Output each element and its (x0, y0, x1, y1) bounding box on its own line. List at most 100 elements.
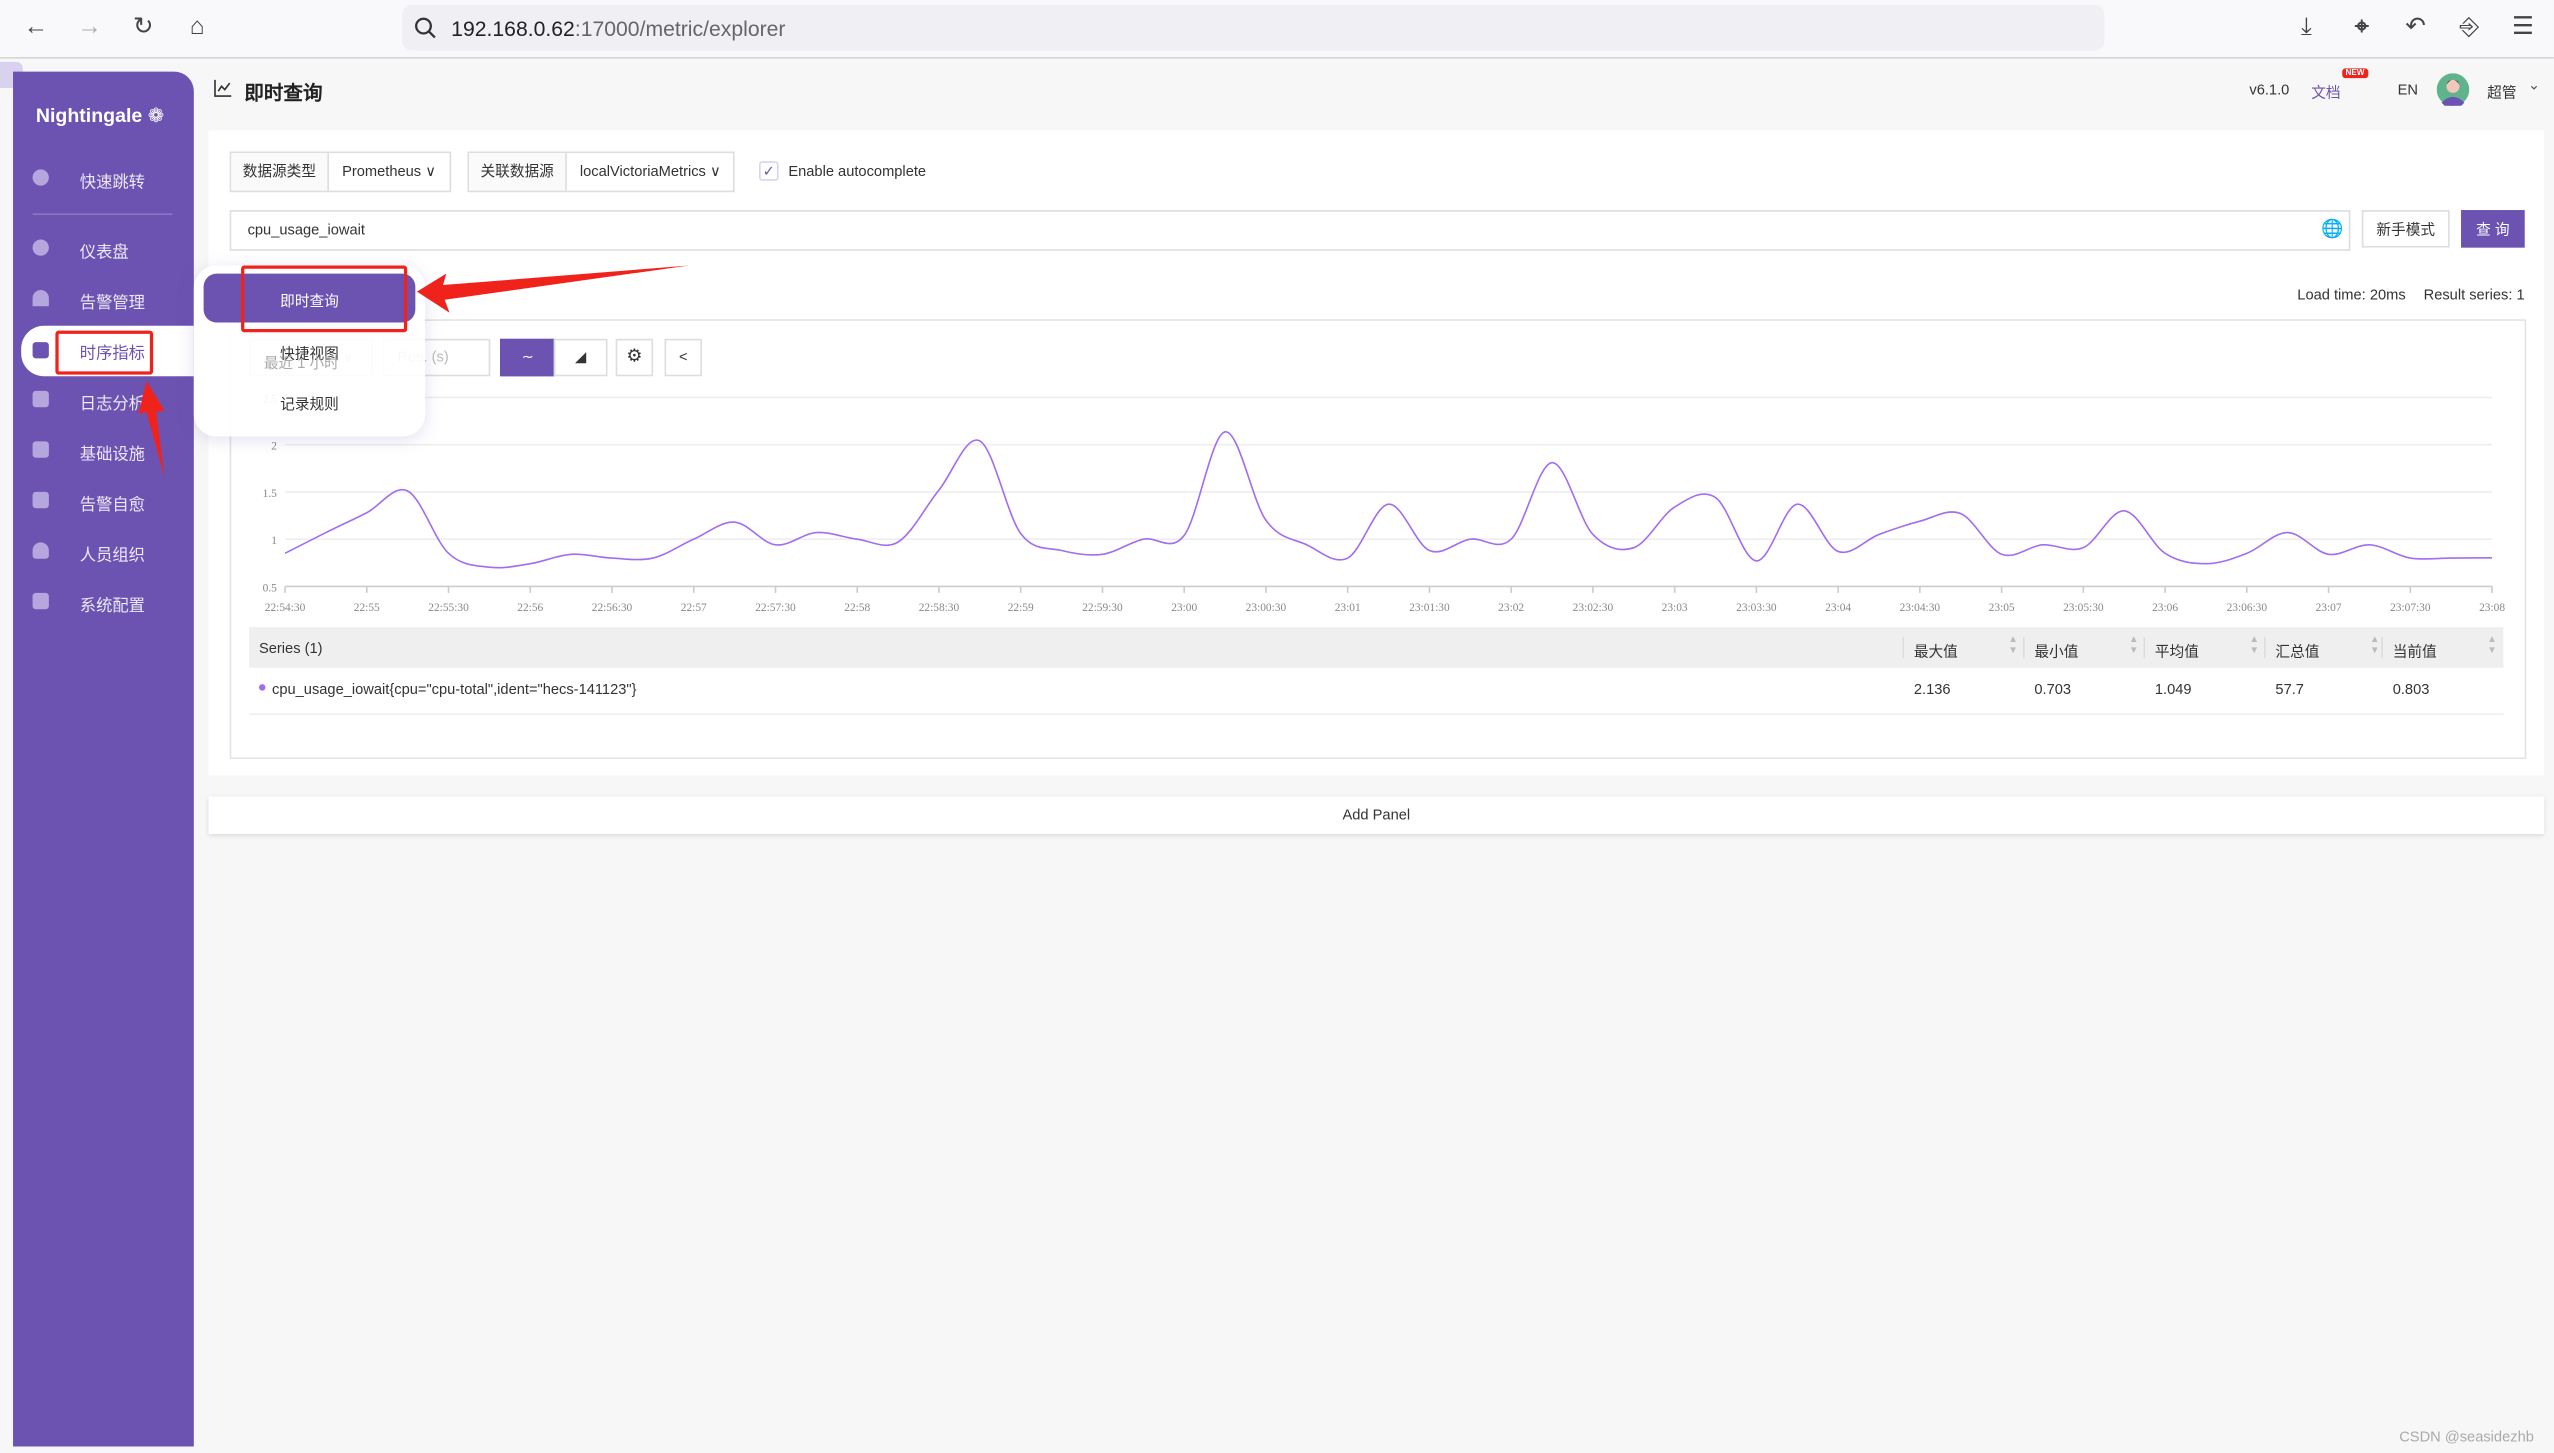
bird-logo-icon: ❁ (147, 104, 165, 128)
x-tick-label: 23:02:30 (1573, 602, 1614, 614)
x-tick-label: 23:01 (1335, 602, 1361, 614)
timeseries-chart: 0.511.522.522:54:3022:5522:55:3022:5622:… (263, 393, 2506, 614)
docs-link[interactable]: 文档 (2311, 81, 2340, 102)
x-tick-label: 22:55 (354, 602, 380, 614)
sidebar-item-infrastructure[interactable]: 基础设施 (13, 432, 194, 471)
sidebar-item-label: 快速跳转 (79, 174, 145, 193)
y-tick-label: 0.5 (263, 582, 278, 594)
sidebar-item-label: 仪表盘 (79, 244, 129, 263)
column-header[interactable]: 最小值 (2034, 640, 2078, 661)
stat-value: 0.803 (2392, 680, 2430, 698)
sidebar-item-dashboard[interactable]: 仪表盘 (13, 230, 194, 269)
column-header[interactable]: 当前值 (2393, 640, 2437, 661)
x-tick-label: 23:03:30 (1736, 602, 1777, 614)
column-header[interactable]: 最大值 (1914, 640, 1958, 661)
sidebar-item-label: 系统配置 (79, 597, 145, 616)
datasource-type-label: 数据源类型 (231, 153, 330, 191)
extension-icon[interactable]: ⎆ (2455, 13, 2484, 42)
sort-icon[interactable]: ▲ ▼ (2129, 635, 2139, 658)
annotation-box-instant-query (241, 265, 408, 333)
sidebar-item-alarm[interactable]: 告警管理 (13, 280, 194, 319)
column-divider (2381, 636, 2383, 659)
gear-icon: ⚙ (626, 346, 643, 367)
line-view-button[interactable]: ∼ (500, 338, 556, 377)
x-tick-label: 22:58 (844, 602, 870, 614)
chevron-down-icon: ∨ (425, 162, 436, 180)
column-header[interactable]: 平均值 (2155, 640, 2199, 661)
query-button[interactable]: 查 询 (2461, 210, 2525, 248)
language-switch[interactable]: EN (2398, 81, 2418, 97)
logo: Nightingale ❁ (36, 104, 164, 127)
url-text: 192.168.0.62:17000/metric/explorer (451, 16, 785, 40)
avatar[interactable] (2436, 73, 2470, 106)
column-divider (2022, 636, 2025, 659)
x-tick-label: 23:04:30 (1900, 602, 1941, 614)
column-header[interactable]: 汇总值 (2275, 640, 2319, 661)
globe-icon[interactable]: 🌐 (2321, 218, 2343, 240)
sort-icon[interactable]: ▲ ▼ (2487, 635, 2497, 658)
reload-icon[interactable]: ↻ (129, 13, 158, 42)
browser-toolbar: ← → ↻ ⌂ 192.168.0.62:17000/metric/explor… (0, 0, 2554, 59)
x-tick-label: 23:02 (1498, 602, 1524, 614)
address-bar[interactable]: 192.168.0.62:17000/metric/explorer (402, 4, 2105, 51)
x-tick-label: 23:00 (1171, 602, 1197, 614)
x-tick-label: 23:05 (1989, 602, 2015, 614)
terminal-icon (32, 491, 49, 509)
column-divider (2264, 636, 2266, 659)
download-icon[interactable]: ⤓ (2292, 13, 2321, 42)
stat-value: 2.136 (1913, 680, 1951, 698)
x-tick-label: 22:58:30 (919, 602, 960, 614)
sidebar-item-quick-jump[interactable]: 快速跳转 (13, 160, 194, 199)
back-icon[interactable]: ← (21, 13, 50, 42)
url-host: 192.168.0.62 (451, 16, 575, 41)
x-tick-label: 22:56:30 (592, 602, 633, 614)
dashboard-icon (32, 239, 49, 256)
chevron-down-icon[interactable]: ⌄ (2528, 77, 2540, 95)
series-name[interactable]: cpu_usage_iowait{cpu="cpu-total",ident="… (272, 681, 636, 697)
submenu-item-recording-rules[interactable]: 记录规则 (204, 376, 416, 425)
y-tick-label: 1 (271, 535, 277, 547)
metric-icon (32, 342, 49, 359)
autocomplete-checkbox[interactable]: ✓ (759, 161, 779, 181)
screen: ← → ↻ ⌂ 192.168.0.62:17000/metric/explor… (0, 0, 2554, 1453)
undo-icon[interactable]: ↶ (2401, 13, 2430, 42)
share-icon: < (678, 348, 688, 365)
novice-mode-button[interactable]: 新手模式 (2361, 210, 2450, 248)
sidebar-item-settings[interactable]: 系统配置 (13, 583, 194, 622)
new-badge: NEW (2342, 68, 2368, 79)
x-tick-label: 23:04 (1825, 602, 1851, 614)
search-icon (32, 169, 49, 186)
sidebar-item-users[interactable]: 人员组织 (13, 533, 194, 572)
menu-icon[interactable]: ☰ (2508, 13, 2537, 42)
sidebar-item-self-healing[interactable]: 告警自愈 (13, 482, 194, 521)
series-column-header: Series (1) (258, 640, 323, 657)
datasource-type-select[interactable]: 数据源类型 Prometheus ∨ (229, 151, 451, 193)
area-view-button[interactable]: ◢ (553, 338, 608, 377)
share-button[interactable]: < (664, 338, 703, 377)
datasource-value: localVictoriaMetrics (579, 162, 706, 180)
search-icon (415, 17, 436, 39)
sidebar-item-logs[interactable]: 日志分析 (13, 381, 194, 420)
add-panel-button[interactable]: Add Panel (208, 796, 2545, 834)
y-tick-label: 2 (271, 441, 277, 453)
forward-icon[interactable]: → (75, 13, 104, 42)
x-tick-label: 22:56 (517, 602, 543, 614)
autocomplete-label: Enable autocomplete (788, 162, 927, 180)
promql-input[interactable]: cpu_usage_iowait 🌐 (229, 210, 2351, 251)
crop-icon[interactable]: ⌖ (2347, 13, 2376, 42)
sort-icon[interactable]: ▲ ▼ (2249, 635, 2259, 658)
annotation-box-metrics (55, 330, 154, 375)
sort-icon[interactable]: ▲ ▼ (2008, 635, 2018, 658)
column-divider (2143, 636, 2146, 659)
user-name[interactable]: 超管 (2487, 81, 2516, 102)
sidebar-divider (32, 213, 173, 216)
x-tick-label: 22:57 (681, 602, 707, 614)
sort-icon[interactable]: ▲ ▼ (2370, 635, 2380, 658)
alarm-icon (32, 289, 49, 307)
stat-value: 57.7 (2275, 680, 2304, 698)
home-icon[interactable]: ⌂ (182, 13, 211, 42)
sidebar-item-label: 人员组织 (79, 547, 145, 566)
datasource-select[interactable]: 关联数据源 localVictoriaMetrics ∨ (467, 151, 736, 193)
settings-button[interactable]: ⚙ (615, 338, 654, 377)
x-tick-label: 23:06:30 (2227, 602, 2268, 614)
